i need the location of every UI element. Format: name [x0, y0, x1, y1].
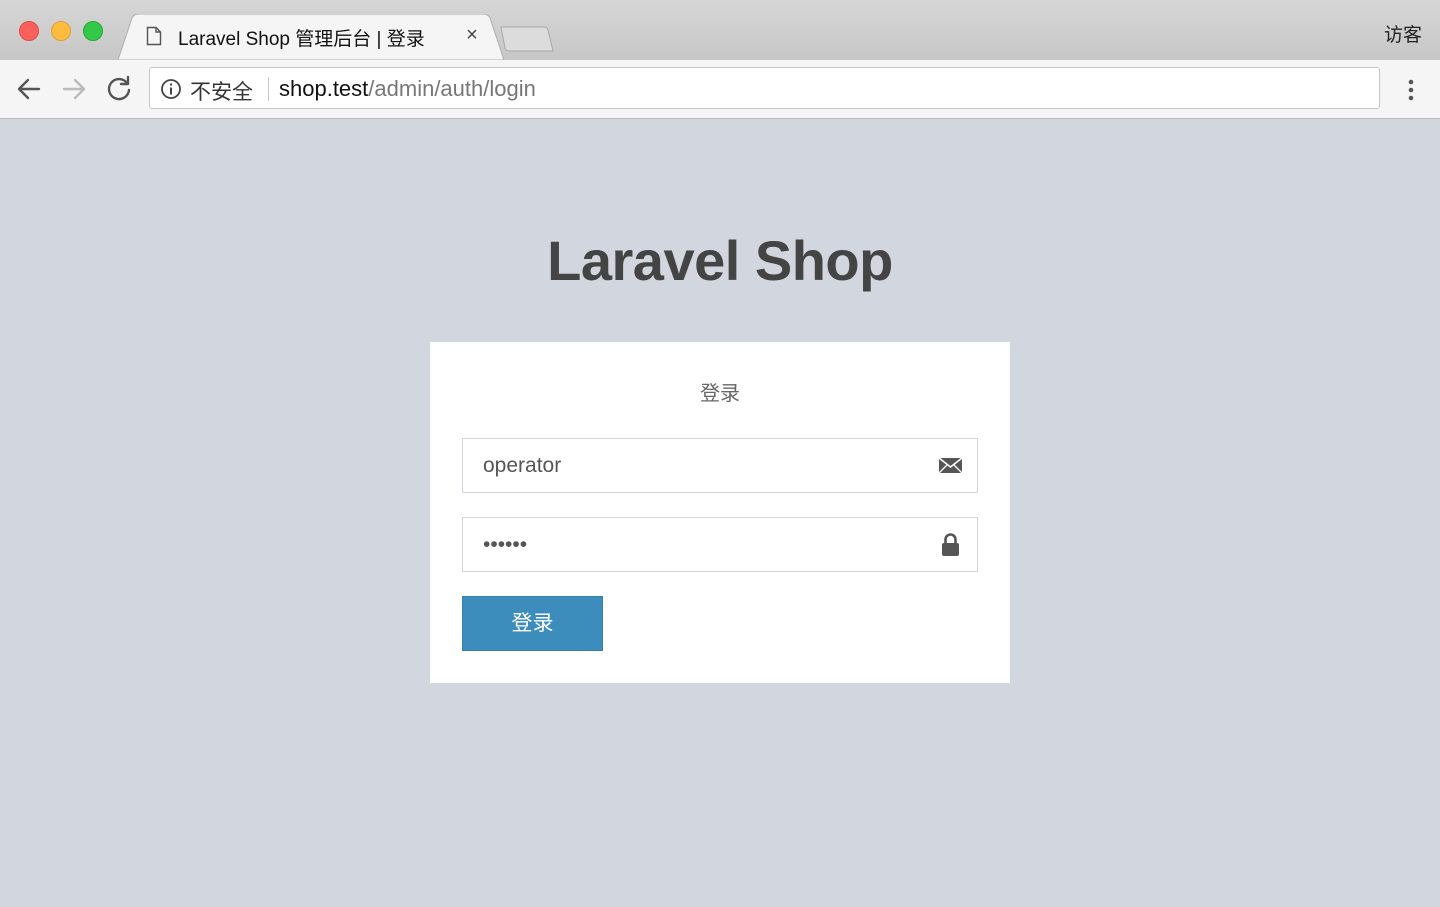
security-status[interactable]: 不安全: [190, 76, 253, 106]
address-bar[interactable]: 不安全 shop.test/admin/auth/login: [149, 67, 1380, 109]
close-window-button[interactable]: [19, 21, 39, 41]
login-box: 登录 登录: [430, 342, 1010, 683]
url-host: shop.test: [279, 76, 369, 101]
password-field[interactable]: [462, 517, 978, 572]
envelope-icon: [938, 453, 963, 483]
tab-close-icon[interactable]: ×: [462, 24, 482, 46]
username-input[interactable]: [463, 439, 943, 492]
url-text[interactable]: shop.test/admin/auth/login: [279, 76, 536, 102]
info-icon[interactable]: [160, 78, 182, 105]
forward-arrow-icon[interactable]: [58, 74, 90, 104]
login-box-message: 登录: [700, 383, 740, 405]
back-arrow-icon[interactable]: [13, 74, 45, 104]
browser-toolbar: 不安全 shop.test/admin/auth/login: [0, 60, 1440, 119]
new-tab-button[interactable]: [498, 26, 556, 57]
site-logo[interactable]: Laravel Shop: [0, 228, 1440, 293]
document-icon: [146, 26, 162, 51]
lock-icon: [938, 532, 963, 563]
tab-title: Laravel Shop 管理后台 | 登录: [178, 29, 425, 50]
login-submit-button[interactable]: 登录: [462, 596, 603, 651]
maximize-window-button[interactable]: [83, 21, 103, 41]
profile-label[interactable]: 访客: [1384, 20, 1422, 47]
password-input[interactable]: [463, 518, 943, 571]
username-field[interactable]: [462, 438, 978, 493]
browser-tab-active[interactable]: Laravel Shop 管理后台 | 登录 ×: [118, 14, 504, 60]
more-menu-icon[interactable]: [1400, 76, 1422, 104]
url-path: /admin/auth/login: [368, 76, 536, 101]
address-separator: [268, 77, 269, 101]
reload-icon[interactable]: [103, 74, 135, 104]
browser-titlebar: Laravel Shop 管理后台 | 登录 × 访客: [0, 0, 1440, 60]
minimize-window-button[interactable]: [51, 21, 71, 41]
